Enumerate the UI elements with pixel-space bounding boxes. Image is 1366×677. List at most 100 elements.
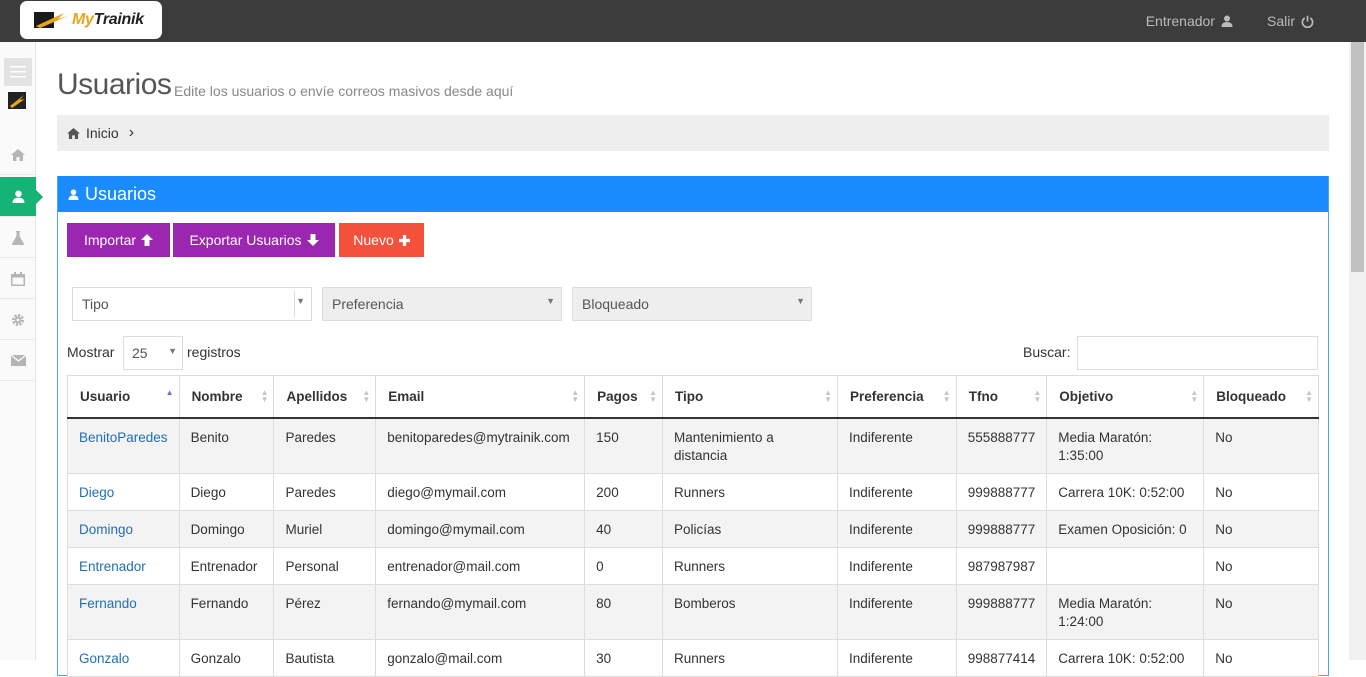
cell-usuario[interactable]: Fernando [67,583,180,640]
cell-usuario[interactable]: Gonzalo [67,638,180,677]
filter-tipo-value: Tipo [82,296,109,312]
user-link[interactable]: Diego [79,485,114,500]
user-link[interactable]: BenitoParedes [79,430,168,445]
cell-text: Carrera 10K: 0:52:00 [1058,484,1185,500]
cell-tipo: Bomberos [661,583,839,640]
cell-text: No [1215,521,1233,537]
sort-icon: ▲ ▼ [1305,388,1313,404]
cell-usuario[interactable]: Domingo [67,509,180,548]
sort-icon: ▲ ▼ [1033,388,1042,404]
column-header-label: Email [388,388,425,404]
chevron-down-icon: ▼ [168,346,177,356]
mini-logo-icon [8,92,26,109]
cell-text: No [1215,650,1233,666]
user-link[interactable]: Fernando [79,596,137,611]
column-header-tfno[interactable]: Tfno ▲ ▼ [955,375,1048,419]
cell-pagos: 40 [584,509,663,548]
cell-preferencia: Indiferente [837,638,957,677]
cell-text: 80 [596,595,612,611]
user-link[interactable]: Entrenador [79,559,146,574]
cell-usuario[interactable]: Entrenador [67,546,180,585]
cell-text: Muriel [285,521,323,537]
cell-pagos: 30 [584,638,663,677]
cell-text: Fernando [190,595,249,611]
column-header-bloqueado[interactable]: Bloqueado ▲ ▼ [1203,375,1319,419]
cell-email: entrenador@mail.com [375,546,586,585]
table-row[interactable]: Domingo Domingo Muriel domingo@mymail.com 40… [67,509,1319,548]
column-header-objetivo[interactable]: Objetivo ▲ ▼ [1046,375,1205,419]
logout-link[interactable]: Salir [1267,13,1314,29]
portlet-header: Usuarios [58,176,1328,212]
column-header-pagos[interactable]: Pagos ▲ ▼ [584,375,663,419]
table-row[interactable]: Diego Diego Paredes diego@mymail.com 200 Runn… [67,472,1319,511]
envelope-icon [10,355,26,366]
export-button-label: Exportar Usuarios [189,232,302,248]
filter-tipo-select[interactable]: Tipo ▼ [72,287,312,321]
page-scrollbar[interactable] [1349,42,1366,660]
search-input[interactable] [1077,336,1318,370]
top-navbar: MyTrainik Entrenador Salir [0,0,1366,42]
sort-icon: ▲ [165,388,174,397]
sidebar-item-tests[interactable] [0,218,36,258]
cell-text: Runners [673,650,726,666]
user-link[interactable]: Domingo [79,522,133,537]
column-header-tipo[interactable]: Tipo ▲ ▼ [661,375,839,419]
column-header-email[interactable]: Email ▲ ▼ [375,375,586,419]
user-menu[interactable]: Entrenador [1146,13,1233,29]
sidebar-item-users[interactable] [0,177,43,217]
cell-usuario[interactable]: BenitoParedes [67,417,180,474]
cell-nombre: Fernando [178,583,275,640]
arrow-down-icon [306,234,319,246]
page-length-select[interactable]: 25 ▼ [123,336,183,370]
column-header-apellidos[interactable]: Apellidos ▲ ▼ [273,375,377,419]
table-row[interactable]: BenitoParedes Benito Paredes benitoparedes@… [67,417,1319,474]
cell-preferencia: Indiferente [837,472,957,511]
column-header-nombre[interactable]: Nombre ▲ ▼ [178,375,275,419]
cell-usuario[interactable]: Diego [67,472,180,511]
sort-icon: ▲ ▼ [824,388,833,404]
chevron-down-icon: ▼ [296,296,305,306]
table-header-row: Usuario ▲ Nombre ▲ ▼ Apellidos ▲ ▼ Email ▲ ▼ Pagos ▲… [67,375,1319,419]
sidebar-item-home[interactable] [0,135,36,175]
column-header-usuario[interactable]: Usuario ▲ [67,375,180,419]
sidebar-item-settings[interactable] [0,300,36,340]
cell-tipo: Mantenimiento a distancia [661,417,839,474]
table-row[interactable]: Entrenador Entrenador Personal entrenador@m… [67,546,1319,585]
export-users-button[interactable]: Exportar Usuarios [173,223,335,257]
brand-logo[interactable]: MyTrainik [20,1,162,39]
sidebar-item-mail[interactable] [0,341,36,381]
new-user-button[interactable]: Nuevo [339,223,424,257]
cell-text: Indiferente [849,484,913,500]
cell-nombre: Entrenador [178,546,275,585]
cell-tfno: 998877414 [955,638,1048,677]
cell-text: Benito [190,429,229,445]
chevron-down-icon: ▼ [796,296,805,306]
cell-text: Diego [190,484,226,500]
scrollbar-thumb[interactable] [1351,42,1364,272]
column-header-label: Objetivo [1059,388,1114,404]
cell-objetivo: Media Maratón: 1:35:00 [1046,417,1205,474]
import-button[interactable]: Importar [67,223,170,257]
home-icon [11,148,25,161]
column-header-preferencia[interactable]: Preferencia ▲ ▼ [837,375,957,419]
cell-apellidos: Pérez [273,583,377,640]
cell-text: No [1215,558,1233,574]
cell-bloqueado: No [1203,638,1319,677]
cell-email: gonzalo@mail.com [375,638,586,677]
users-table: Usuario ▲ Nombre ▲ ▼ Apellidos ▲ ▼ Email ▲ ▼ Pagos ▲… [67,375,1319,677]
user-link[interactable]: Gonzalo [79,651,129,666]
table-row[interactable]: Gonzalo Gonzalo Bautista gonzalo@mail.com 30… [67,638,1319,677]
logo-mark-icon [34,12,68,28]
column-header-label: Preferencia [850,388,924,404]
sidebar-item-calendar[interactable] [0,259,36,299]
cell-text: Mantenimiento a distancia [673,429,774,463]
cell-pagos: 80 [584,583,663,640]
breadcrumb-home-link[interactable]: Inicio [86,125,119,141]
filter-preferencia-select[interactable]: Preferencia ▼ [322,287,562,321]
sidebar-toggle[interactable] [4,58,32,86]
arrow-up-icon [141,234,154,246]
column-header-label: Tipo [674,388,704,404]
cell-text: Indiferente [849,558,913,574]
filter-bloqueado-select[interactable]: Bloqueado ▼ [572,287,812,321]
table-row[interactable]: Fernando Fernando Pérez fernando@mymail.com… [67,583,1319,640]
